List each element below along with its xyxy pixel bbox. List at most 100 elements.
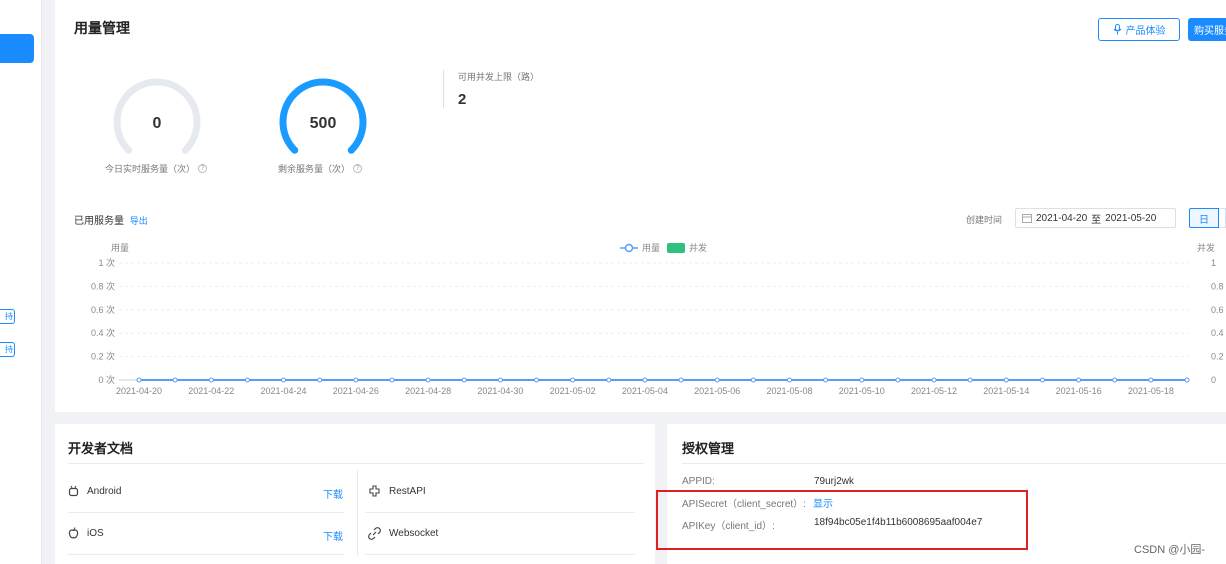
y-axis-right-label: 并发 bbox=[1197, 242, 1215, 253]
x-tick-label: 2021-04-30 bbox=[477, 386, 523, 396]
android-download-link[interactable]: 下载 bbox=[323, 486, 343, 501]
docs-row-divider bbox=[365, 512, 635, 513]
doc-restapi-label: RestAPI bbox=[389, 486, 426, 497]
series-point[interactable] bbox=[823, 377, 829, 383]
doc-item-restapi[interactable]: RestAPI bbox=[368, 485, 426, 498]
y-tick-right-label: 0 bbox=[1211, 375, 1216, 385]
auth-title: 授权管理 bbox=[682, 441, 735, 456]
y-tick-right-label: 0.2 bbox=[1211, 352, 1224, 362]
series-point[interactable] bbox=[534, 377, 540, 383]
x-tick-label: 2021-04-24 bbox=[261, 386, 307, 396]
usage-card: 用量管理 产品体验 购买服务 0 今日实时服务量（次） ? 500 剩余服务量（… bbox=[55, 0, 1226, 412]
doc-item-websocket[interactable]: Websocket bbox=[368, 527, 438, 540]
chart-series bbox=[136, 377, 1190, 383]
ios-download-link[interactable]: 下载 bbox=[323, 528, 343, 543]
series-point[interactable] bbox=[461, 377, 467, 383]
series-point[interactable] bbox=[786, 377, 792, 383]
series-point[interactable] bbox=[425, 377, 431, 383]
link-icon bbox=[368, 527, 381, 540]
docs-title-divider bbox=[68, 463, 644, 464]
series-point[interactable] bbox=[1076, 377, 1082, 383]
x-tick-label: 2021-05-08 bbox=[766, 386, 812, 396]
series-point[interactable] bbox=[642, 377, 648, 383]
doc-item-android[interactable]: Android bbox=[68, 485, 121, 497]
series-point[interactable] bbox=[1184, 377, 1190, 383]
watermark: CSDN @小园- bbox=[1134, 544, 1206, 556]
docs-row-divider bbox=[68, 554, 344, 555]
sidebar-mini-button-2[interactable]: 持 bbox=[0, 342, 15, 357]
sidebar-active-item[interactable] bbox=[0, 34, 34, 63]
auth-title-divider bbox=[682, 463, 1226, 464]
series-point[interactable] bbox=[967, 377, 973, 383]
appid-value: 79urj2wk bbox=[814, 476, 855, 487]
x-tick-label: 2021-05-12 bbox=[911, 386, 957, 396]
x-tick-label: 2021-05-10 bbox=[839, 386, 885, 396]
series-point[interactable] bbox=[317, 377, 323, 383]
series-point[interactable] bbox=[606, 377, 612, 383]
doc-websocket-label: Websocket bbox=[389, 528, 439, 539]
highlight-annotation-box bbox=[656, 490, 1028, 550]
sidebar-mini-button-1[interactable]: 持 bbox=[0, 309, 15, 324]
docs-title: 开发者文档 bbox=[68, 441, 134, 456]
docs-column-divider bbox=[357, 470, 358, 556]
chart-legend: 用量 并发 bbox=[620, 242, 707, 253]
y-axis-left-label: 用量 bbox=[111, 243, 129, 253]
y-tick-right-label: 1 bbox=[1211, 258, 1216, 268]
appid-key: APPID: bbox=[682, 476, 715, 487]
series-point[interactable] bbox=[136, 377, 142, 383]
docs-row-divider bbox=[365, 554, 635, 555]
series-point[interactable] bbox=[208, 377, 214, 383]
series-point[interactable] bbox=[1003, 377, 1009, 383]
legend-usage-label[interactable]: 用量 bbox=[642, 243, 660, 253]
chart-grid bbox=[119, 262, 1189, 381]
series-point[interactable] bbox=[281, 377, 287, 383]
doc-android-label: Android bbox=[87, 485, 122, 497]
x-tick-label: 2021-04-28 bbox=[405, 386, 451, 396]
x-tick-label: 2021-05-02 bbox=[550, 386, 596, 396]
x-tick-label: 2021-05-04 bbox=[622, 386, 668, 396]
legend-concurrency-label[interactable]: 并发 bbox=[689, 242, 707, 253]
series-point[interactable] bbox=[714, 377, 720, 383]
y-tick-left-label: 0 次 bbox=[98, 374, 115, 385]
usage-chart: 用量 并发 用量 并发 1 次 1 0.8 次 0.8 0.6 次 0.6 0.4 次 0.4… bbox=[91, 242, 1224, 396]
series-point[interactable] bbox=[353, 377, 359, 383]
series-point[interactable] bbox=[1112, 377, 1118, 383]
docs-row-divider bbox=[68, 512, 344, 513]
series-point[interactable] bbox=[931, 377, 937, 383]
series-point[interactable] bbox=[172, 377, 178, 383]
series-point[interactable] bbox=[859, 377, 865, 383]
series-point[interactable] bbox=[750, 377, 756, 383]
series-point[interactable] bbox=[570, 377, 576, 383]
sidebar: 持 持 bbox=[0, 0, 42, 564]
y-tick-right-label: 0.8 bbox=[1211, 281, 1224, 291]
doc-ios-label: iOS bbox=[87, 527, 104, 539]
legend-concurrency-swatch bbox=[667, 243, 685, 253]
y-tick-right-label: 0.6 bbox=[1211, 305, 1224, 315]
series-point[interactable] bbox=[678, 377, 684, 383]
x-tick-label: 2021-05-06 bbox=[694, 386, 740, 396]
series-point[interactable] bbox=[1039, 377, 1045, 383]
puzzle-icon bbox=[369, 485, 380, 497]
apple-icon bbox=[68, 527, 79, 539]
x-tick-label: 2021-05-16 bbox=[1056, 386, 1102, 396]
x-tick-label: 2021-04-22 bbox=[188, 386, 234, 396]
series-point[interactable] bbox=[497, 377, 503, 383]
series-point[interactable] bbox=[1148, 377, 1154, 383]
legend-circle-marker bbox=[624, 243, 634, 253]
y-tick-left-label: 0.8 次 bbox=[91, 280, 115, 291]
series-point[interactable] bbox=[389, 377, 395, 383]
doc-item-ios[interactable]: iOS bbox=[68, 527, 104, 539]
y-tick-left-label: 1 次 bbox=[98, 257, 115, 268]
y-tick-left-label: 0.6 次 bbox=[91, 304, 115, 315]
developer-docs-card: 开发者文档 Android 下载 iOS 下载 RestAPI Websocke… bbox=[55, 424, 655, 564]
chart-x-ticks: 2021-04-20 2021-04-22 2021-04-24 2021-04-26… bbox=[116, 386, 1174, 396]
x-tick-label: 2021-04-26 bbox=[333, 386, 379, 396]
y-tick-left-label: 0.2 次 bbox=[91, 351, 115, 362]
x-tick-label: 2021-04-20 bbox=[116, 386, 162, 396]
series-point[interactable] bbox=[244, 377, 250, 383]
android-icon bbox=[68, 485, 79, 497]
series-point[interactable] bbox=[895, 377, 901, 383]
x-tick-label: 2021-05-18 bbox=[1128, 386, 1174, 396]
y-tick-left-label: 0.4 次 bbox=[91, 327, 115, 338]
y-tick-right-label: 0.4 bbox=[1211, 328, 1224, 338]
